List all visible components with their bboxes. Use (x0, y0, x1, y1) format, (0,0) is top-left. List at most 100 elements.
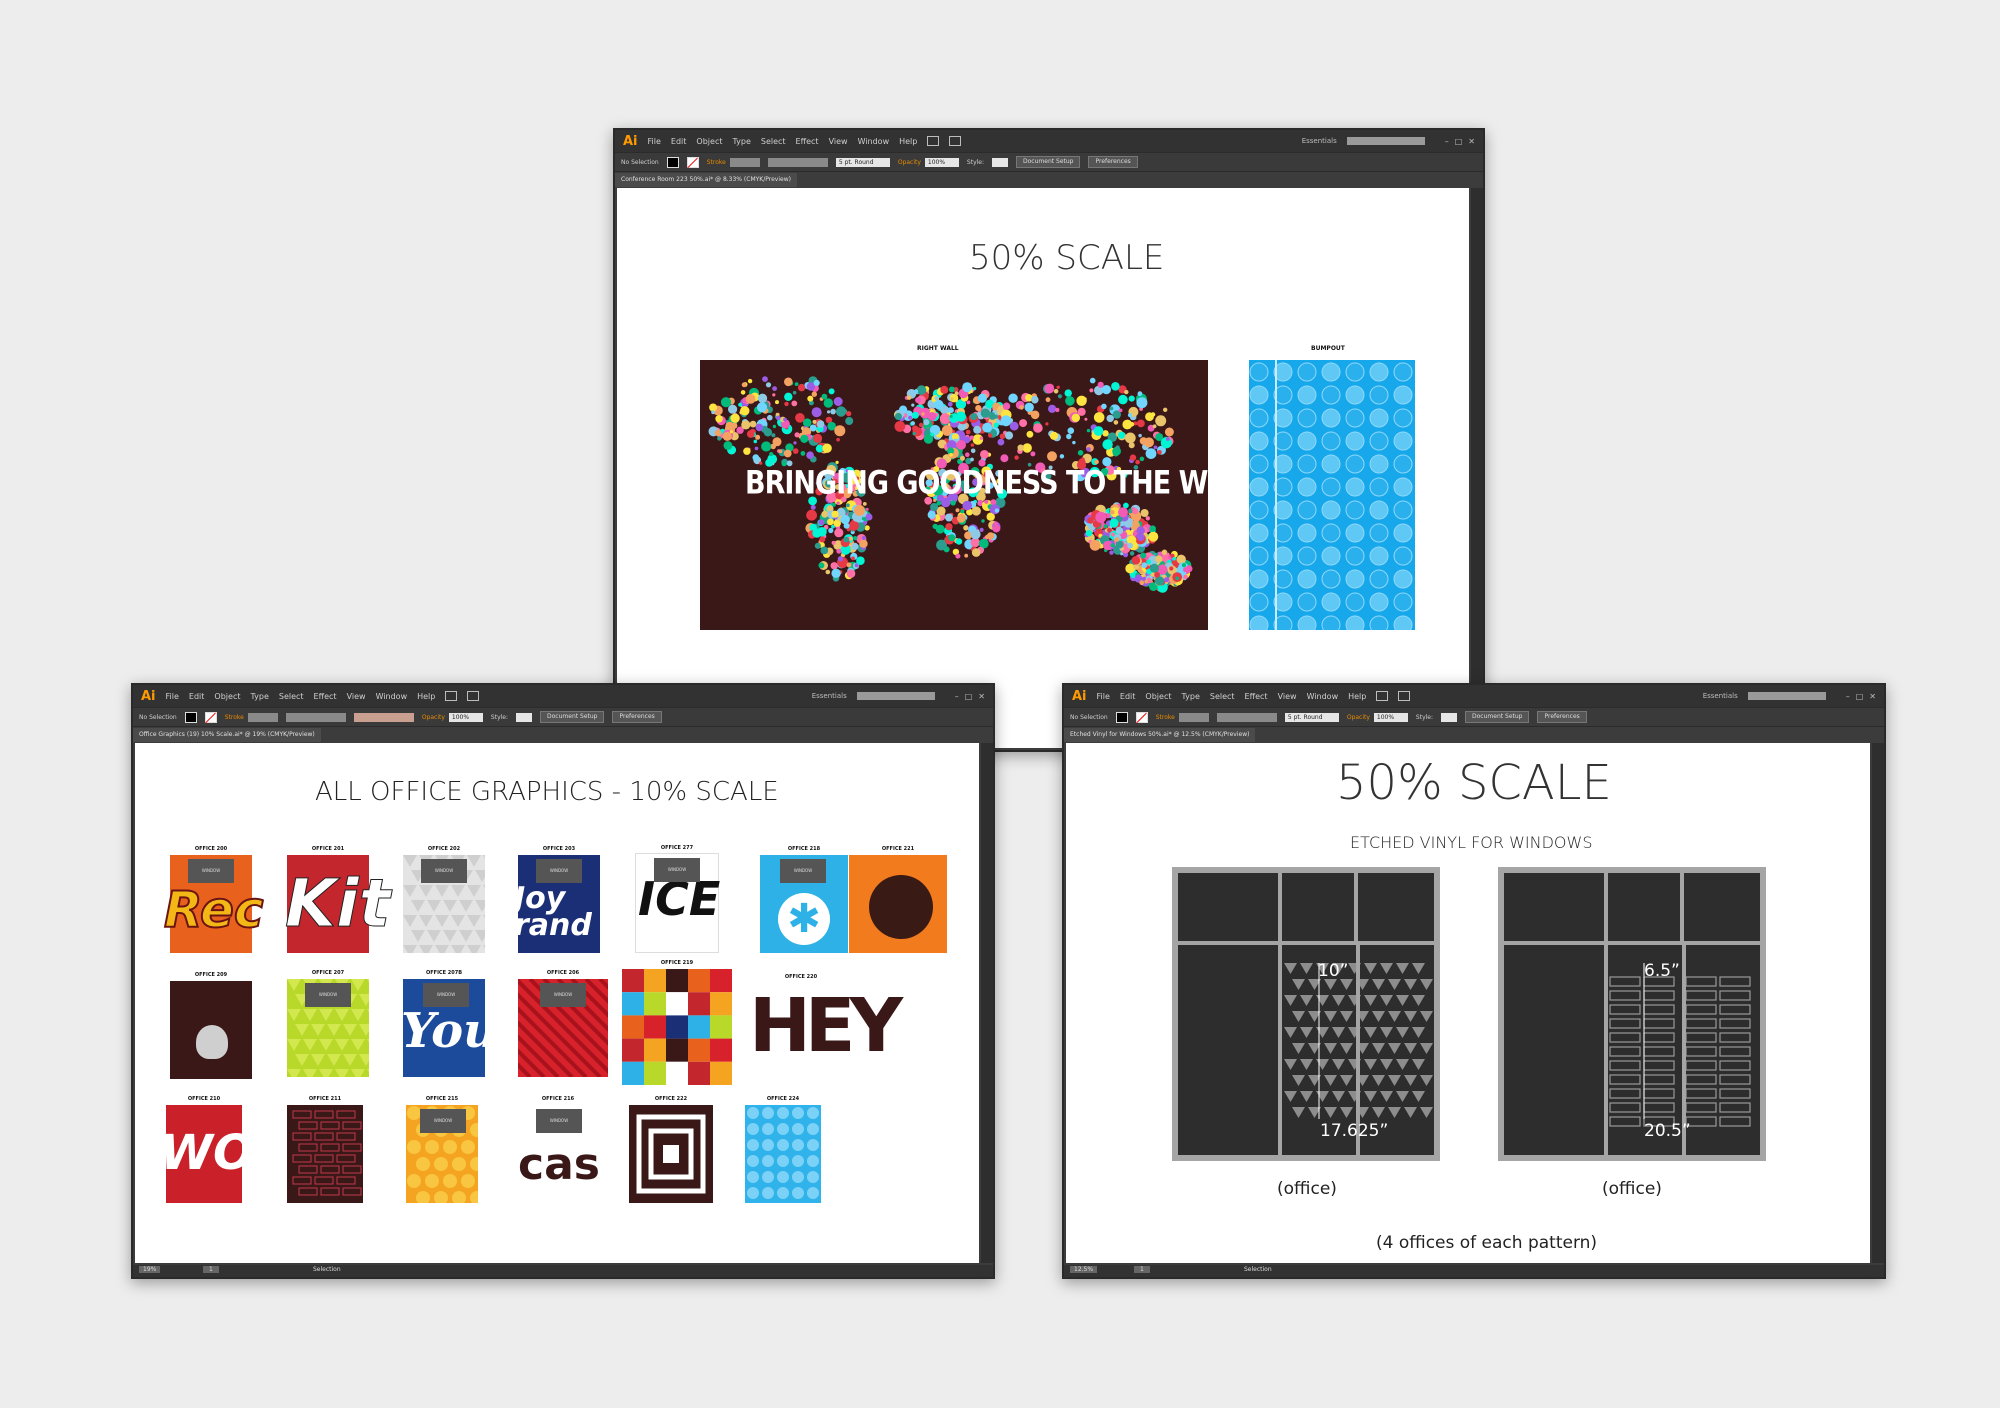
office-tile[interactable]: OFFICE 221 (849, 846, 947, 953)
style-swatch[interactable] (516, 712, 533, 722)
office-tile[interactable]: OFFICE 209 (170, 972, 252, 1079)
office-tile[interactable]: OFFICE 215 WINDOW (406, 1096, 478, 1203)
document-tab[interactable]: Conference Room 223 50%.ai* @ 8.33% (CMY… (615, 173, 797, 187)
variable-width-field[interactable] (767, 157, 828, 167)
menu-file[interactable]: File (166, 692, 179, 701)
menu-effect[interactable]: Effect (796, 137, 819, 146)
opacity-field[interactable]: 100% (924, 157, 959, 167)
fill-swatch[interactable] (1115, 711, 1128, 723)
office-tile[interactable]: OFFICE 220 HEY (749, 974, 903, 1081)
menu-help[interactable]: Help (899, 137, 917, 146)
minimize-icon[interactable]: – (955, 692, 959, 701)
document-tab[interactable]: Etched Vinyl for Windows 50%.ai* @ 12.5%… (1064, 728, 1256, 742)
minimize-icon[interactable]: – (1846, 692, 1850, 701)
search-input[interactable] (1346, 137, 1425, 145)
preferences-button[interactable]: Preferences (1088, 156, 1138, 168)
fill-swatch[interactable] (184, 711, 197, 723)
stroke-label[interactable]: Stroke (1156, 714, 1175, 721)
office-tile[interactable]: OFFICE 201 Kit (284, 846, 391, 953)
opacity-label[interactable]: Opacity (898, 159, 921, 166)
maximize-icon[interactable]: □ (1455, 137, 1463, 146)
brush-field[interactable]: 5 pt. Round (835, 157, 890, 167)
fill-swatch[interactable] (666, 156, 679, 168)
menu-type[interactable]: Type (1181, 692, 1199, 701)
minimize-icon[interactable]: – (1445, 137, 1449, 146)
office-tile[interactable]: OFFICE 203 Joy rand WINDOW (514, 846, 600, 953)
office-tile[interactable]: OFFICE 206 WINDOW (518, 970, 608, 1077)
office-tile[interactable]: OFFICE 207 WINDOW (287, 970, 369, 1077)
menu-object[interactable]: Object (1145, 692, 1171, 701)
office-tile[interactable]: OFFICE 216 cas WINDOW (518, 1096, 600, 1203)
stroke-weight-field[interactable] (1178, 712, 1209, 722)
menu-help[interactable]: Help (1348, 692, 1366, 701)
stroke-weight-field[interactable] (729, 157, 760, 167)
menu-select[interactable]: Select (761, 137, 786, 146)
office-tile[interactable]: OFFICE 277 ICE WINDOW (635, 845, 720, 953)
menu-file[interactable]: File (1097, 692, 1110, 701)
menu-edit[interactable]: Edit (189, 692, 205, 701)
style-swatch[interactable] (1441, 712, 1458, 722)
bridge-icon[interactable] (445, 691, 458, 701)
menu-help[interactable]: Help (417, 692, 435, 701)
menu-select[interactable]: Select (279, 692, 304, 701)
office-tile[interactable]: OFFICE 202 WINDOW (403, 846, 485, 953)
maximize-icon[interactable]: □ (1856, 692, 1864, 701)
menu-window[interactable]: Window (858, 137, 890, 146)
vertical-scrollbar[interactable] (981, 743, 993, 1263)
variable-width-field[interactable] (285, 712, 346, 722)
document-tab[interactable]: Office Graphics (19) 10% Scale.ai* @ 19%… (133, 728, 321, 742)
menu-edit[interactable]: Edit (1120, 692, 1136, 701)
menu-view[interactable]: View (347, 692, 366, 701)
arrange-documents-icon[interactable] (467, 691, 480, 701)
menu-type[interactable]: Type (250, 692, 268, 701)
vertical-scrollbar[interactable] (1471, 188, 1483, 748)
maximize-icon[interactable]: □ (965, 692, 973, 701)
stroke-swatch[interactable] (1135, 711, 1148, 723)
opacity-label[interactable]: Opacity (422, 714, 445, 721)
workspace-switcher[interactable]: Essentials (812, 692, 847, 700)
opacity-field[interactable]: 100% (1373, 712, 1408, 722)
stroke-swatch[interactable] (204, 711, 217, 723)
menu-object[interactable]: Object (696, 137, 722, 146)
search-input[interactable] (1747, 692, 1826, 700)
office-tile[interactable]: OFFICE 219 (622, 960, 732, 1085)
menu-window[interactable]: Window (1307, 692, 1339, 701)
search-input[interactable] (856, 692, 935, 700)
arrange-documents-icon[interactable] (1398, 691, 1411, 701)
artboard-number[interactable]: 1 (203, 1266, 219, 1273)
opacity-field[interactable]: 100% (448, 712, 483, 722)
office-tile[interactable]: OFFICE 210 WO (160, 1096, 254, 1203)
style-swatch[interactable] (992, 157, 1009, 167)
arrange-documents-icon[interactable] (949, 136, 962, 146)
menu-select[interactable]: Select (1210, 692, 1235, 701)
bridge-icon[interactable] (927, 136, 940, 146)
document-setup-button[interactable]: Document Setup (540, 711, 605, 723)
office-tile[interactable]: OFFICE 224 (745, 1096, 821, 1203)
menu-view[interactable]: View (829, 137, 848, 146)
opacity-label[interactable]: Opacity (1347, 714, 1370, 721)
document-setup-button[interactable]: Document Setup (1465, 711, 1530, 723)
close-icon[interactable]: ✕ (1869, 692, 1876, 701)
office-tile[interactable]: OFFICE 207B You WINDOW (401, 970, 498, 1077)
close-icon[interactable]: ✕ (978, 692, 985, 701)
menu-effect[interactable]: Effect (314, 692, 337, 701)
preferences-button[interactable]: Preferences (1537, 711, 1587, 723)
stroke-swatch[interactable] (686, 156, 699, 168)
vertical-scrollbar[interactable] (1872, 743, 1884, 1263)
office-tile[interactable]: OFFICE 218 ✱ WINDOW (760, 846, 848, 953)
menu-file[interactable]: File (648, 137, 661, 146)
workspace-switcher[interactable]: Essentials (1302, 137, 1337, 145)
stroke-weight-field[interactable] (247, 712, 278, 722)
stroke-label[interactable]: Stroke (707, 159, 726, 166)
menu-edit[interactable]: Edit (671, 137, 687, 146)
menu-window[interactable]: Window (376, 692, 408, 701)
workspace-switcher[interactable]: Essentials (1703, 692, 1738, 700)
menu-type[interactable]: Type (732, 137, 750, 146)
zoom-level[interactable]: 19% (139, 1266, 161, 1273)
menu-object[interactable]: Object (214, 692, 240, 701)
close-icon[interactable]: ✕ (1468, 137, 1475, 146)
bridge-icon[interactable] (1376, 691, 1389, 701)
artboard-number[interactable]: 1 (1134, 1266, 1150, 1273)
office-tile[interactable]: OFFICE 211 (287, 1096, 363, 1203)
office-tile[interactable]: OFFICE 222 (629, 1096, 713, 1203)
